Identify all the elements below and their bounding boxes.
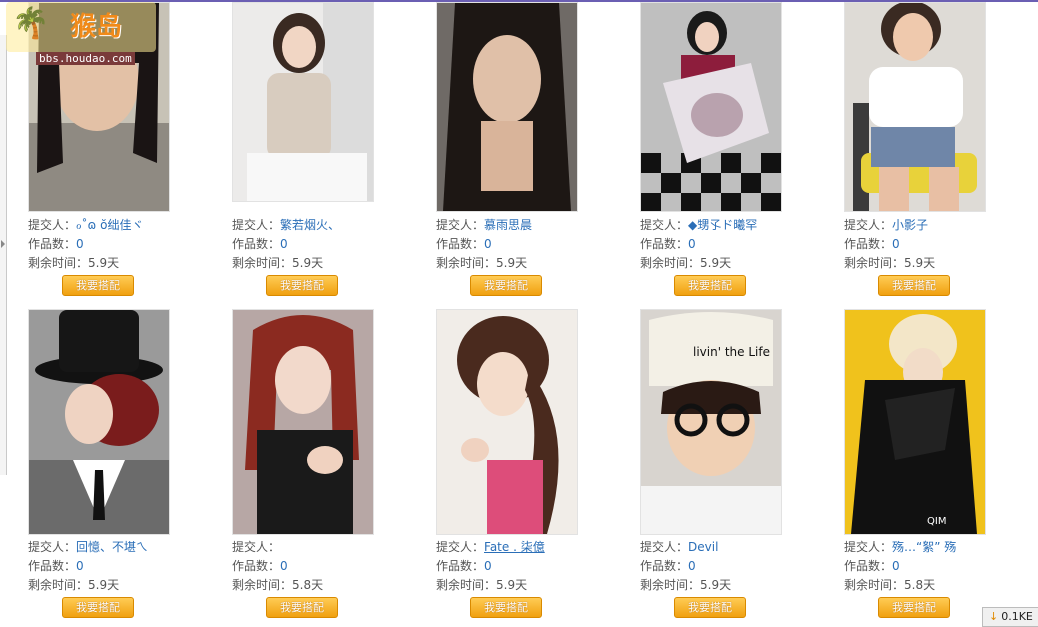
match-button[interactable]: 我要搭配 bbox=[266, 597, 338, 618]
remaining-label: 剩余时间： bbox=[640, 578, 701, 592]
works-count: 0 bbox=[280, 559, 288, 573]
submission-photo[interactable]: livin' the Life bbox=[640, 309, 782, 535]
left-collapse-bar[interactable] bbox=[0, 35, 7, 475]
photo-logo-text: QIM bbox=[927, 516, 946, 527]
match-button[interactable]: 我要搭配 bbox=[470, 597, 542, 618]
remaining-time: 5.9天 bbox=[88, 578, 120, 592]
remaining-time: 5.9天 bbox=[700, 578, 732, 592]
submitter-label: 提交人： bbox=[232, 218, 281, 232]
match-button[interactable]: 我要搭配 bbox=[878, 597, 950, 618]
remaining-time: 5.9天 bbox=[700, 256, 732, 270]
works-label: 作品数： bbox=[844, 559, 893, 573]
remaining-time: 5.8天 bbox=[904, 578, 936, 592]
submitter-label: 提交人： bbox=[28, 218, 77, 232]
works-count: 0 bbox=[892, 559, 900, 573]
works-count: 0 bbox=[892, 237, 900, 251]
works-label: 作品数： bbox=[640, 559, 689, 573]
submitter-label: 提交人： bbox=[436, 218, 485, 232]
works-count: 0 bbox=[484, 237, 492, 251]
works-label: 作品数： bbox=[640, 237, 689, 251]
submitter-link[interactable]: ℴ˚ɷ ŏ绌佳ヾ bbox=[76, 218, 143, 232]
submitter-label: 提交人： bbox=[436, 540, 485, 554]
remaining-label: 剩余时间： bbox=[232, 256, 293, 270]
submitter-label: 提交人： bbox=[640, 540, 689, 554]
watermark-url: bbs.houdao.com bbox=[36, 52, 135, 65]
works-label: 作品数： bbox=[436, 237, 485, 251]
works-label: 作品数： bbox=[436, 559, 485, 573]
match-button[interactable]: 我要搭配 bbox=[674, 275, 746, 296]
match-button[interactable]: 我要搭配 bbox=[878, 275, 950, 296]
remaining-time: 5.8天 bbox=[292, 578, 324, 592]
remaining-time: 5.9天 bbox=[496, 578, 528, 592]
remaining-label: 剩余时间： bbox=[436, 578, 497, 592]
expand-arrow-icon[interactable] bbox=[1, 240, 5, 248]
submitter-label: 提交人： bbox=[232, 540, 281, 554]
remaining-label: 剩余时间： bbox=[28, 256, 89, 270]
remaining-label: 剩余时间： bbox=[844, 256, 905, 270]
submitter-label: 提交人： bbox=[844, 218, 893, 232]
submission-photo[interactable] bbox=[844, 2, 986, 212]
site-watermark: 🌴 猴岛 bbs.houdao.com bbox=[6, 2, 158, 70]
download-arrow-icon: ↓ bbox=[989, 610, 999, 623]
download-status[interactable]: ↓ 0.1KE bbox=[982, 607, 1038, 627]
submitter-label: 提交人： bbox=[28, 540, 77, 554]
submitter-label: 提交人： bbox=[844, 540, 893, 554]
submission-photo[interactable]: QIM bbox=[844, 309, 986, 535]
remaining-time: 5.9天 bbox=[292, 256, 324, 270]
remaining-label: 剩余时间： bbox=[436, 256, 497, 270]
match-button[interactable]: 我要搭配 bbox=[674, 597, 746, 618]
remaining-time: 5.9天 bbox=[904, 256, 936, 270]
works-count: 0 bbox=[76, 559, 84, 573]
remaining-label: 剩余时间： bbox=[640, 256, 701, 270]
works-label: 作品数： bbox=[232, 237, 281, 251]
works-label: 作品数： bbox=[28, 559, 77, 573]
works-count: 0 bbox=[484, 559, 492, 573]
works-count: 0 bbox=[280, 237, 288, 251]
remaining-label: 剩余时间： bbox=[28, 578, 89, 592]
watermark-name: 猴岛 bbox=[70, 12, 123, 42]
submission-photo[interactable] bbox=[436, 309, 578, 535]
submission-photo[interactable] bbox=[28, 309, 170, 535]
submitter-link[interactable]: 繁若烟火、 bbox=[280, 218, 340, 232]
works-count: 0 bbox=[688, 237, 696, 251]
works-label: 作品数： bbox=[28, 237, 77, 251]
submission-photo[interactable] bbox=[232, 2, 374, 202]
works-label: 作品数： bbox=[232, 559, 281, 573]
match-button[interactable]: 我要搭配 bbox=[266, 275, 338, 296]
submitter-link[interactable]: 回憶、不堪ㄟ bbox=[76, 540, 148, 554]
works-count: 0 bbox=[688, 559, 696, 573]
download-size: 0.1KE bbox=[1001, 610, 1033, 623]
submitter-link[interactable]: ◆甥孓ド曦罕 bbox=[688, 218, 757, 232]
remaining-label: 剩余时间： bbox=[232, 578, 293, 592]
submitter-link[interactable]: 小影子 bbox=[892, 218, 928, 232]
works-label: 作品数： bbox=[844, 237, 893, 251]
submission-photo[interactable] bbox=[232, 309, 374, 535]
remaining-label: 剩余时间： bbox=[844, 578, 905, 592]
match-button[interactable]: 我要搭配 bbox=[62, 275, 134, 296]
cap-print-text: livin' the Life bbox=[693, 345, 770, 359]
palm-tree-icon: 🌴 bbox=[12, 6, 50, 41]
submitter-link[interactable]: 殇…“絮” 殇 bbox=[892, 540, 956, 554]
submitter-label: 提交人： bbox=[640, 218, 689, 232]
remaining-time: 5.9天 bbox=[496, 256, 528, 270]
submitter-link[interactable]: 慕雨思晨 bbox=[484, 218, 532, 232]
match-button[interactable]: 我要搭配 bbox=[470, 275, 542, 296]
submitter-link[interactable]: Devil bbox=[688, 540, 718, 554]
submission-photo[interactable] bbox=[640, 2, 782, 212]
submission-photo[interactable] bbox=[436, 2, 578, 212]
match-button[interactable]: 我要搭配 bbox=[62, 597, 134, 618]
submitter-link[interactable]: Fate . 柒億 bbox=[484, 540, 545, 554]
remaining-time: 5.9天 bbox=[88, 256, 120, 270]
works-count: 0 bbox=[76, 237, 84, 251]
